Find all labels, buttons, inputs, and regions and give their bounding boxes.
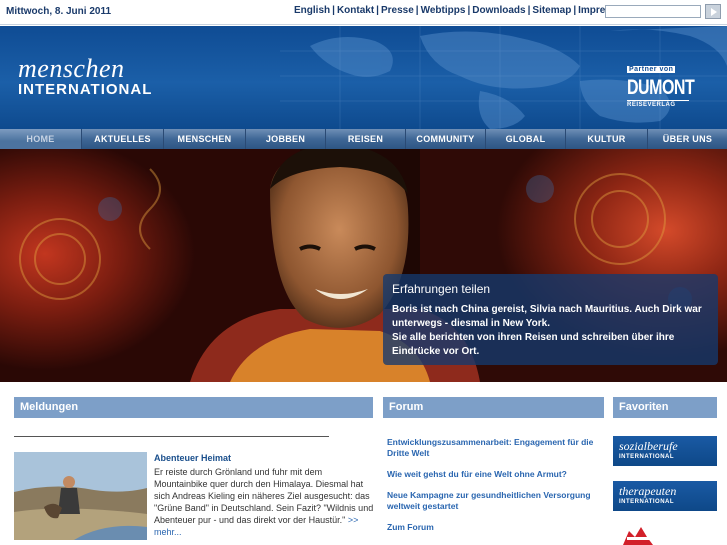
nav-home[interactable]: HOME bbox=[0, 129, 82, 149]
nav-community[interactable]: COMMUNITY bbox=[406, 129, 486, 149]
favorite-sozialberufe[interactable]: sozialberufe INTERNATIONAL bbox=[613, 436, 717, 466]
current-date: Mittwoch, 8. Juni 2011 bbox=[6, 6, 112, 17]
partner-subline: REISEVERLAG bbox=[627, 100, 689, 108]
link-english[interactable]: English bbox=[294, 5, 330, 16]
favorite-therapeuten-name: therapeuten bbox=[619, 484, 677, 498]
link-webtipps[interactable]: Webtipps bbox=[421, 5, 466, 16]
forum-link-3[interactable]: Neue Kampagne zur gesundheitlichen Verso… bbox=[387, 490, 605, 512]
news-title[interactable]: Abenteuer Heimat bbox=[154, 453, 231, 463]
news-teaser: Er reiste durch Grönland und fuhr mit de… bbox=[154, 466, 376, 538]
favorite-therapeuten[interactable]: therapeuten INTERNATIONAL bbox=[613, 481, 717, 511]
favorite-sozialberufe-sub: INTERNATIONAL bbox=[619, 454, 675, 460]
forum-heading: Forum bbox=[383, 397, 604, 418]
hero-caption-box[interactable]: Erfahrungen teilen Boris ist nach China … bbox=[383, 274, 718, 365]
link-presse[interactable]: Presse bbox=[381, 5, 414, 16]
nav-ueber-uns[interactable]: ÜBER UNS bbox=[648, 129, 727, 149]
news-photo[interactable] bbox=[14, 452, 147, 540]
favorite-therapeuten-sub: INTERNATIONAL bbox=[619, 499, 675, 505]
search-submit-button[interactable] bbox=[705, 4, 721, 19]
forum-link-list: Entwicklungszusammenarbeit: Engagement f… bbox=[387, 437, 605, 543]
hero-banner: Erfahrungen teilen Boris ist nach China … bbox=[0, 149, 727, 382]
top-nav: English | Kontakt | Presse | Webtipps | Download… bbox=[294, 5, 631, 16]
forum-link-all[interactable]: Zum Forum bbox=[387, 522, 605, 533]
nav-global[interactable]: GLOBAL bbox=[486, 129, 566, 149]
site-logo[interactable]: menschen INTERNATIONAL bbox=[18, 56, 152, 98]
nav-menschen[interactable]: MENSCHEN bbox=[164, 129, 246, 149]
nav-reisen[interactable]: REISEN bbox=[326, 129, 406, 149]
meldungen-divider bbox=[14, 436, 329, 437]
hero-title: Erfahrungen teilen bbox=[392, 282, 491, 296]
favorite-logo-partial[interactable] bbox=[615, 525, 665, 545]
favoriten-heading: Favoriten bbox=[613, 397, 717, 418]
partner-caption: Partner von bbox=[627, 66, 676, 73]
main-navigation: HOME AKTUELLES MENSCHEN JOBBEN REISEN CO… bbox=[0, 129, 727, 149]
link-downloads[interactable]: Downloads bbox=[472, 5, 525, 16]
site-header: menschen INTERNATIONAL Partner von DUMON… bbox=[0, 26, 727, 129]
partner-logo-dumont[interactable]: Partner von DUMONT REISEVERLAG bbox=[627, 58, 695, 108]
forum-link-1[interactable]: Entwicklungszusammenarbeit: Engagement f… bbox=[387, 437, 605, 459]
top-bar: Mittwoch, 8. Juni 2011 English | Kontakt | P… bbox=[0, 0, 727, 25]
nav-aktuelles[interactable]: AKTUELLES bbox=[82, 129, 164, 149]
news-photo-graphic bbox=[14, 452, 147, 540]
link-sitemap[interactable]: Sitemap bbox=[532, 5, 571, 16]
nav-kultur[interactable]: KULTUR bbox=[566, 129, 648, 149]
logo-wordmark-bottom: INTERNATIONAL bbox=[18, 81, 153, 98]
search-input[interactable] bbox=[605, 5, 701, 18]
nav-jobben[interactable]: JOBBEN bbox=[246, 129, 326, 149]
hero-text-2: Sie alle berichten von ihren Reisen und … bbox=[392, 332, 675, 357]
logo-wordmark-top: menschen bbox=[18, 54, 125, 83]
hero-text-1: Boris ist nach China gereist, Silvia nac… bbox=[392, 304, 702, 329]
meldungen-heading: Meldungen bbox=[14, 397, 373, 418]
partner-name: DUMONT bbox=[627, 77, 695, 100]
favorite-sozialberufe-name: sozialberufe bbox=[619, 439, 678, 453]
news-teaser-text: Er reiste durch Grönland und fuhr mit de… bbox=[154, 467, 374, 525]
forum-link-2[interactable]: Wie weit gehst du für eine Welt ohne Arm… bbox=[387, 469, 605, 480]
link-kontakt[interactable]: Kontakt bbox=[337, 5, 374, 16]
